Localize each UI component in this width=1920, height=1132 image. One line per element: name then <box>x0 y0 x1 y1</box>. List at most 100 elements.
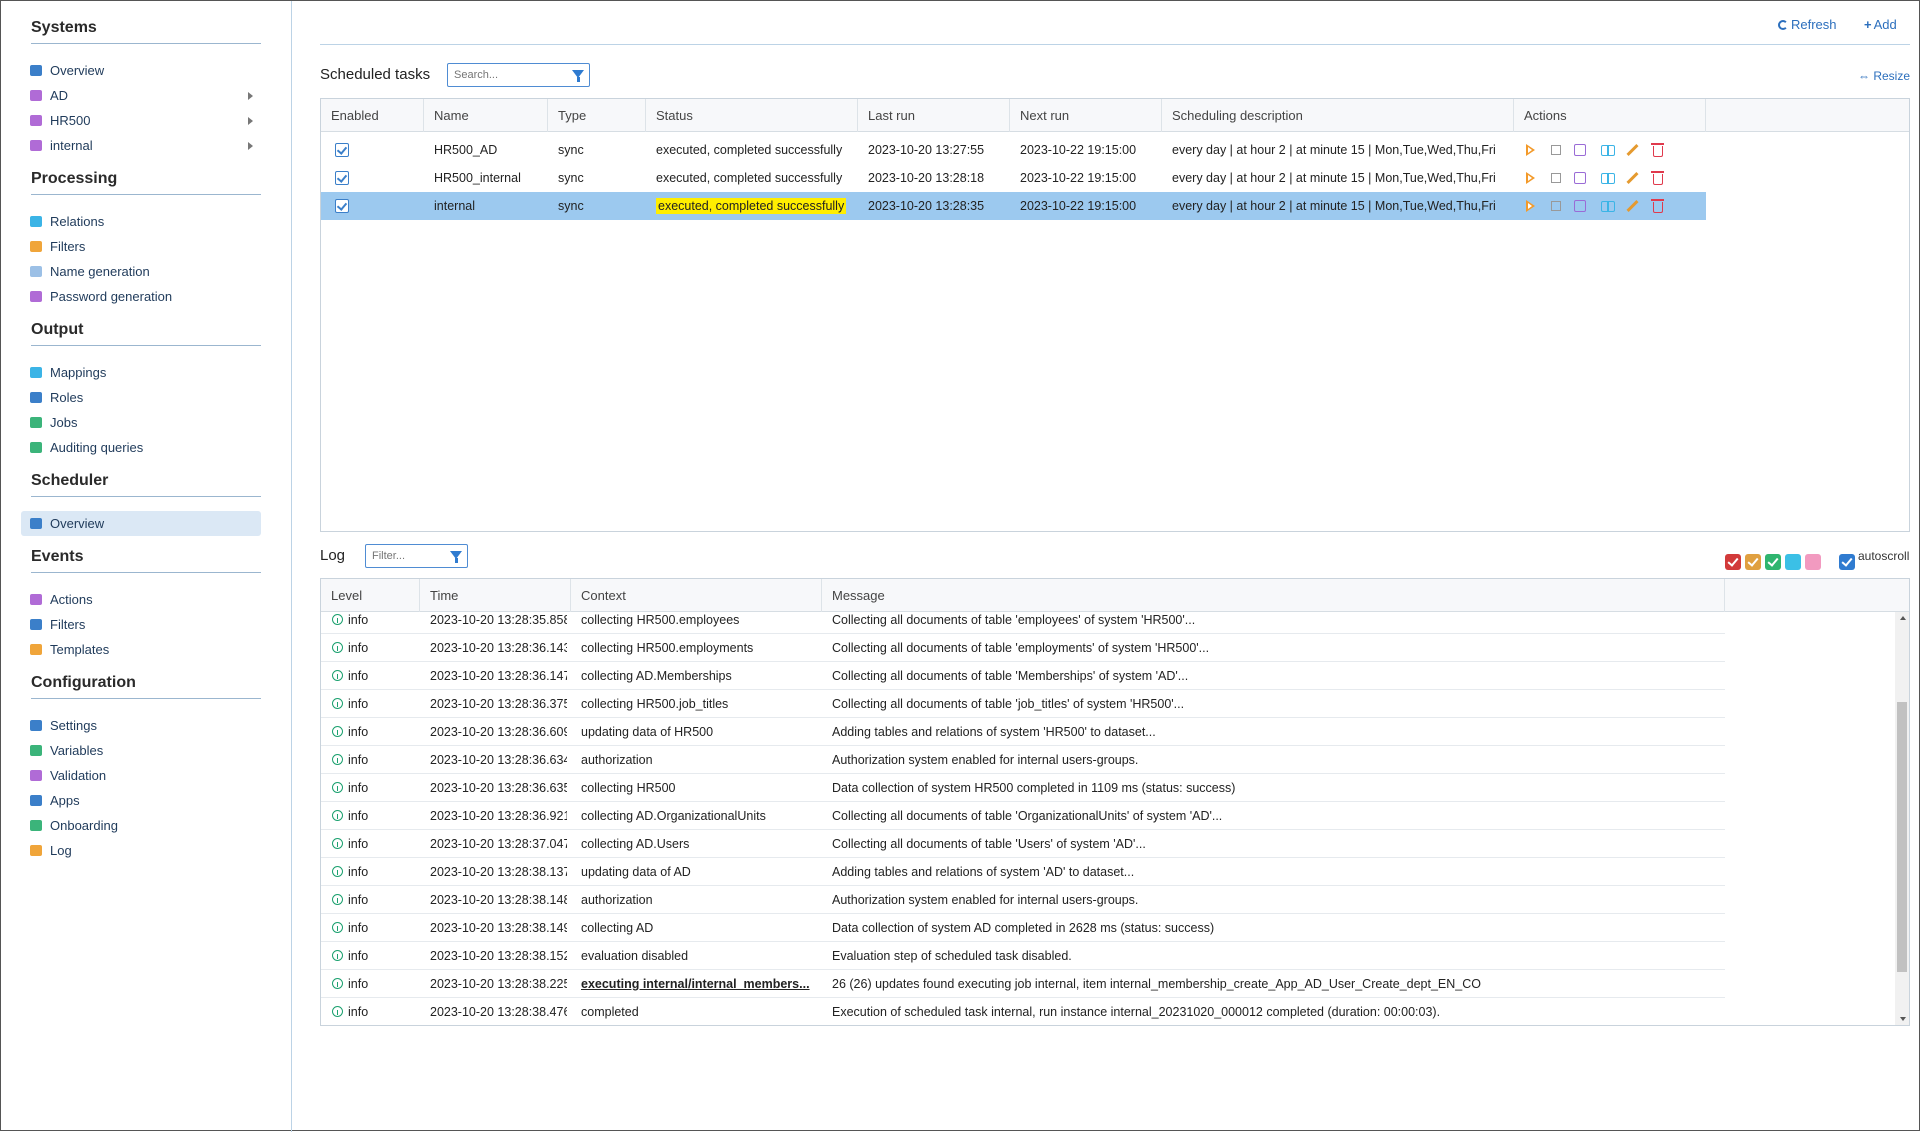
sidebar-item-hr500[interactable]: HR500 <box>21 108 261 133</box>
task-next-run: 2023-10-22 19:15:00 <box>1020 164 1136 192</box>
sidebar-item-label: Settings <box>50 718 97 733</box>
trash-icon[interactable] <box>1651 171 1664 185</box>
sidebar-item-variables[interactable]: Variables <box>21 738 261 763</box>
log-row[interactable]: info 2023-10-20 13:28:36.634 authorization… <box>321 746 1725 774</box>
log-row[interactable]: info 2023-10-20 13:28:38.476 completed Exec… <box>321 998 1725 1025</box>
sidebar-item-filters[interactable]: Filters <box>21 234 261 259</box>
log-row[interactable]: info 2023-10-20 13:28:36.147 collecting AD… <box>321 662 1725 690</box>
sidebar-item-filters[interactable]: Filters <box>21 612 261 637</box>
stop-icon[interactable] <box>1551 145 1561 155</box>
pencil-icon[interactable] <box>1626 199 1639 213</box>
sidebar-item-apps[interactable]: Apps <box>21 788 261 813</box>
tasks-search[interactable] <box>447 63 590 87</box>
log-row[interactable]: info 2023-10-20 13:28:38.148 authorization… <box>321 886 1725 914</box>
log-row[interactable]: info 2023-10-20 13:28:38.137 updating data… <box>321 858 1725 886</box>
sidebar-item-validation[interactable]: Validation <box>21 763 261 788</box>
tasks-column-header[interactable]: Enabled <box>321 99 424 132</box>
tasks-column-header[interactable]: Last run <box>858 99 1010 132</box>
sidebar-item-auditing-queries[interactable]: Auditing queries <box>21 435 261 460</box>
task-row[interactable]: HR500_AD sync executed, completed successf… <box>321 136 1706 164</box>
edit-icon[interactable] <box>1574 200 1586 212</box>
edit-icon[interactable] <box>1574 172 1586 184</box>
book-icon[interactable] <box>1601 201 1615 212</box>
log-row[interactable]: info 2023-10-20 13:28:38.149 collecting AD… <box>321 914 1725 942</box>
sidebar-item-ad[interactable]: AD <box>21 83 261 108</box>
book-icon[interactable] <box>1601 145 1615 156</box>
log-context: completed <box>581 1005 639 1019</box>
tasks-column-header[interactable]: Status <box>646 99 858 132</box>
log-level-toggle[interactable] <box>1805 554 1821 570</box>
chevron-right-icon[interactable] <box>248 92 253 100</box>
stop-icon[interactable] <box>1551 201 1561 211</box>
trash-icon[interactable] <box>1651 199 1664 213</box>
log-row[interactable]: info 2023-10-20 13:28:35.858 collecting HR… <box>321 606 1725 634</box>
sidebar-item-actions[interactable]: Actions <box>21 587 261 612</box>
log-row[interactable]: info 2023-10-20 13:28:36.609 updating data… <box>321 718 1725 746</box>
log-row[interactable]: info 2023-10-20 13:28:37.047 collecting AD… <box>321 830 1725 858</box>
sidebar-item-label: Relations <box>50 214 105 229</box>
sidebar-item-overview[interactable]: Overview <box>21 58 261 83</box>
sidebar-item-roles[interactable]: Roles <box>21 385 261 410</box>
chevron-right-icon[interactable] <box>248 117 253 125</box>
filter-funnel-icon[interactable] <box>572 70 584 82</box>
scroll-up-arrow-icon[interactable] <box>1900 616 1906 620</box>
task-row[interactable]: HR500_internal sync executed, completed su… <box>321 164 1706 192</box>
sidebar-item-relations[interactable]: Relations <box>21 209 261 234</box>
log-filter[interactable] <box>365 544 468 568</box>
task-row[interactable]: internal sync executed, completed successf… <box>321 192 1706 220</box>
log-level-toggle[interactable] <box>1785 554 1801 570</box>
stop-icon[interactable] <box>1551 173 1561 183</box>
tasks-column-header[interactable]: Actions <box>1514 99 1706 132</box>
sidebar-item-internal[interactable]: internal <box>21 133 261 158</box>
log-row[interactable]: info 2023-10-20 13:28:38.225 executing int… <box>321 970 1725 998</box>
enabled-checkbox[interactable] <box>335 171 349 185</box>
refresh-button[interactable]: Refresh <box>1778 17 1837 32</box>
filter-funnel-icon[interactable] <box>450 551 462 563</box>
log-row[interactable]: info 2023-10-20 13:28:36.375 collecting HR… <box>321 690 1725 718</box>
sidebar-item-name-generation[interactable]: Name generation <box>21 259 261 284</box>
book-icon[interactable] <box>1601 173 1615 184</box>
log-row[interactable]: info 2023-10-20 13:28:36.921 collecting AD… <box>321 802 1725 830</box>
log-level-toggle[interactable] <box>1765 554 1781 570</box>
log-level-toggle[interactable] <box>1725 554 1741 570</box>
log-scrollbar-thumb[interactable] <box>1897 702 1907 972</box>
sidebar-item-templates[interactable]: Templates <box>21 637 261 662</box>
pencil-icon[interactable] <box>1626 171 1639 185</box>
tasks-column-header[interactable]: Scheduling description <box>1162 99 1514 132</box>
autoscroll-checkbox[interactable] <box>1839 554 1855 570</box>
sidebar-item-log[interactable]: Log <box>21 838 261 863</box>
pencil-icon[interactable] <box>1626 143 1639 157</box>
sidebar-item-settings[interactable]: Settings <box>21 713 261 738</box>
scroll-down-arrow-icon[interactable] <box>1900 1017 1906 1021</box>
tasks-column-header[interactable]: Type <box>548 99 646 132</box>
log-scrollbar[interactable] <box>1895 612 1909 1025</box>
sidebar-item-mappings[interactable]: Mappings <box>21 360 261 385</box>
play-icon[interactable] <box>1526 172 1535 184</box>
sidebar-item-jobs[interactable]: Jobs <box>21 410 261 435</box>
log-row[interactable]: info 2023-10-20 13:28:36.635 collecting HR… <box>321 774 1725 802</box>
play-icon[interactable] <box>1526 200 1535 212</box>
add-button[interactable]: + Add <box>1864 17 1897 32</box>
enabled-checkbox[interactable] <box>335 143 349 157</box>
log-context: collecting HR500 <box>581 781 676 795</box>
log-row[interactable]: info 2023-10-20 13:28:36.143 collecting HR… <box>321 634 1725 662</box>
info-icon <box>332 838 343 849</box>
edit-icon[interactable] <box>1574 144 1586 156</box>
chevron-right-icon[interactable] <box>248 142 253 150</box>
tasks-column-header[interactable]: Name <box>424 99 548 132</box>
tasks-search-input[interactable] <box>448 64 589 86</box>
sidebar-item-password-generation[interactable]: Password generation <box>21 284 261 309</box>
enabled-checkbox[interactable] <box>335 199 349 213</box>
log-time: 2023-10-20 13:28:38.152 <box>430 949 567 963</box>
sidebar-item-onboarding[interactable]: Onboarding <box>21 813 261 838</box>
sidebar-item-overview[interactable]: Overview <box>21 511 261 536</box>
log-context[interactable]: executing internal/internal_members... <box>581 970 818 998</box>
trash-icon[interactable] <box>1651 143 1664 157</box>
log-message: Collecting all documents of table 'Organ… <box>832 809 1223 823</box>
tasks-column-header[interactable]: Next run <box>1010 99 1162 132</box>
log-level-toggle[interactable] <box>1745 554 1761 570</box>
play-icon[interactable] <box>1526 144 1535 156</box>
resize-button[interactable]: ⇔ Resize <box>1858 69 1910 83</box>
sidebar-item-label: internal <box>50 138 93 153</box>
log-row[interactable]: info 2023-10-20 13:28:38.152 evaluation di… <box>321 942 1725 970</box>
